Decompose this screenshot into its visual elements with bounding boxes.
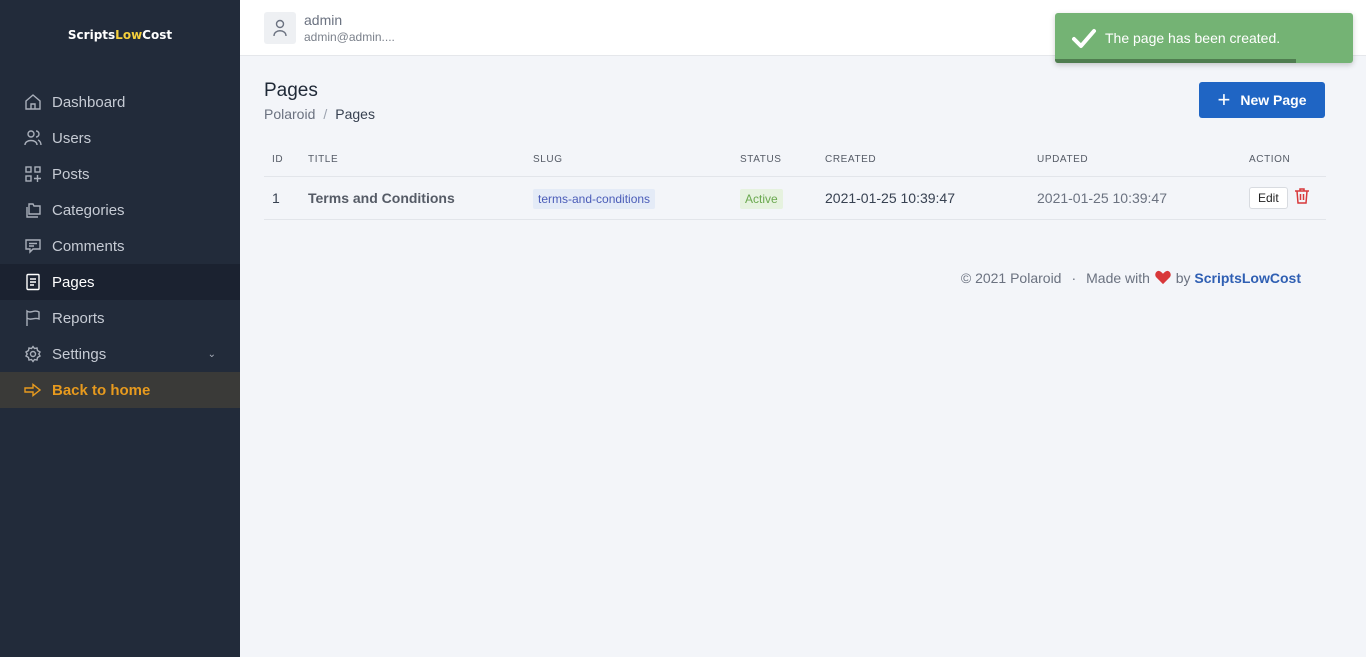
users-icon bbox=[24, 130, 42, 146]
cell-updated: 2021-01-25 10:39:47 bbox=[1029, 176, 1241, 220]
sidebar-item-label: Categories bbox=[52, 201, 125, 219]
arrow-right-icon bbox=[24, 383, 42, 397]
breadcrumb-current: Pages bbox=[335, 106, 375, 122]
cell-id: 1 bbox=[264, 176, 300, 220]
cell-title: Terms and Conditions bbox=[300, 176, 525, 220]
made-with: Made with bbox=[1086, 270, 1150, 286]
logo[interactable]: ScriptsLowCost bbox=[0, 28, 240, 42]
sidebar-item-label: Users bbox=[52, 129, 92, 147]
footer: © 2021 Polaroid · Made with by ScriptsLowC… bbox=[961, 270, 1301, 286]
sidebar-item-label: Dashboard bbox=[52, 93, 126, 111]
user-name: admin bbox=[304, 12, 343, 28]
column-header-id: ID bbox=[264, 144, 300, 177]
sidebar-item-label: Settings bbox=[52, 345, 107, 363]
sidebar-item-dashboard[interactable]: Dashboard bbox=[0, 84, 240, 120]
sidebar-item-label: Pages bbox=[52, 273, 95, 291]
column-header-created: CREATED bbox=[817, 144, 1029, 177]
sidebar-nav: Dashboard Users Posts Categories Comment… bbox=[0, 84, 240, 408]
sidebar-item-label: Posts bbox=[52, 165, 90, 183]
by: by bbox=[1175, 270, 1191, 286]
gear-icon bbox=[25, 345, 41, 363]
grid-plus-icon bbox=[25, 166, 41, 182]
logo-text: Scripts bbox=[67, 28, 116, 42]
breadcrumb: Polaroid / Pages bbox=[264, 106, 375, 122]
logo-text: Cost bbox=[142, 28, 173, 42]
comment-icon bbox=[25, 239, 41, 254]
success-toast[interactable]: The page has been created. bbox=[1055, 13, 1353, 63]
edit-button[interactable]: Edit bbox=[1249, 186, 1288, 209]
logo-text: Low bbox=[115, 28, 143, 42]
status-badge: Active bbox=[740, 188, 783, 209]
sidebar-item-label: Reports bbox=[52, 309, 105, 327]
sidebar-item-back-to-home[interactable]: Back to home bbox=[0, 372, 240, 408]
column-header-title: TITLE bbox=[300, 144, 525, 177]
cell-created: 2021-01-25 10:39:47 bbox=[817, 176, 1029, 220]
page-title: Pages bbox=[264, 80, 318, 101]
separator: · bbox=[1071, 270, 1077, 286]
sidebar-item-posts[interactable]: Posts bbox=[0, 156, 240, 192]
sidebar-item-categories[interactable]: Categories bbox=[0, 192, 240, 228]
copyright: © 2021 Polaroid bbox=[960, 270, 1062, 286]
toast-message: The page has been created. bbox=[1105, 30, 1281, 46]
sidebar: ScriptsLowCost Dashboard Users Posts Cat… bbox=[0, 0, 240, 657]
button-label: New Page bbox=[1240, 92, 1307, 108]
user-icon bbox=[273, 19, 287, 37]
breadcrumb-link[interactable]: Polaroid bbox=[264, 106, 315, 122]
sidebar-item-reports[interactable]: Reports bbox=[0, 300, 240, 336]
sidebar-item-pages[interactable]: Pages bbox=[0, 264, 240, 300]
sidebar-item-label: Comments bbox=[52, 237, 125, 255]
flag-icon bbox=[26, 309, 40, 326]
avatar[interactable] bbox=[264, 12, 296, 44]
new-page-button[interactable]: + New Page bbox=[1199, 82, 1325, 118]
sidebar-item-comments[interactable]: Comments bbox=[0, 228, 240, 264]
plus-icon: + bbox=[1217, 87, 1231, 112]
heart-icon bbox=[1154, 270, 1172, 286]
table-row: 1 Terms and Conditions terms-and-conditi… bbox=[264, 176, 1326, 220]
slug-badge: terms-and-conditions bbox=[533, 188, 656, 209]
trash-icon[interactable] bbox=[1294, 187, 1310, 208]
chevron-down-icon: ⌄ bbox=[207, 348, 216, 360]
sidebar-item-label: Back to home bbox=[52, 381, 151, 399]
column-header-action: ACTION bbox=[1241, 144, 1326, 177]
pages-table: ID TITLE SLUG STATUS CREATED UPDATED ACT… bbox=[264, 144, 1326, 220]
folders-icon bbox=[26, 203, 41, 218]
column-header-status: STATUS bbox=[732, 144, 817, 177]
toast-progress-bar bbox=[1055, 59, 1297, 63]
home-icon bbox=[25, 94, 41, 110]
check-icon bbox=[1072, 29, 1096, 48]
sidebar-item-settings[interactable]: Settings ⌄ bbox=[0, 336, 240, 372]
sidebar-item-users[interactable]: Users bbox=[0, 120, 240, 156]
user-email: admin@admin.... bbox=[304, 30, 395, 44]
column-header-slug: SLUG bbox=[525, 144, 732, 177]
document-icon bbox=[26, 273, 40, 291]
brand-link[interactable]: ScriptsLowCost bbox=[1194, 270, 1301, 286]
column-header-updated: UPDATED bbox=[1029, 144, 1241, 177]
